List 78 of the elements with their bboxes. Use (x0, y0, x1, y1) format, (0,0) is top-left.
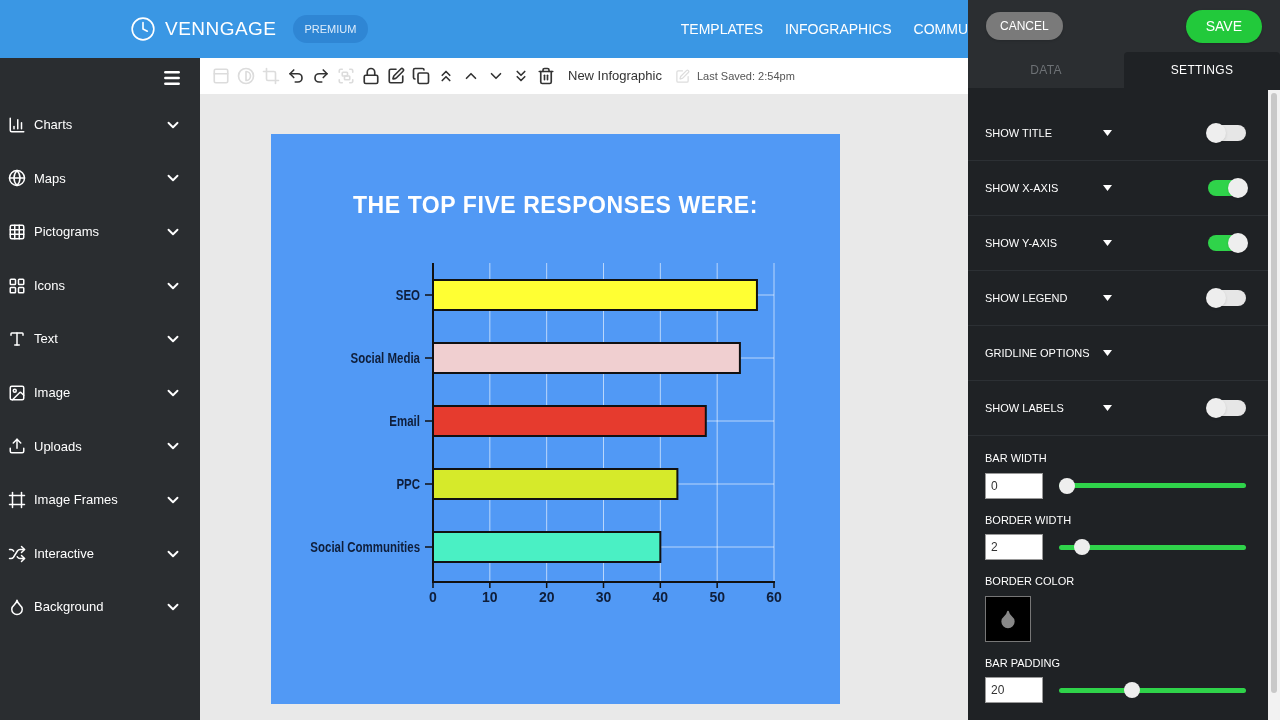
setting-label: SHOW Y-AXIS (985, 235, 1059, 251)
color-swatch[interactable] (985, 595, 1031, 642)
tick-label: 30 (595, 588, 612, 605)
slider-thumb[interactable] (1074, 539, 1091, 555)
control-label: BORDER WIDTH (985, 512, 1073, 528)
control-label: BORDER COLOR (985, 574, 1076, 589)
toggle-switch[interactable] (1208, 290, 1246, 306)
sidebar-item[interactable]: Maps (0, 151, 200, 206)
slider-track[interactable] (1059, 682, 1246, 698)
sidebar-item[interactable]: Charts (0, 98, 200, 152)
control-label: BAR WIDTH (985, 451, 1048, 466)
toggle-switch[interactable] (1208, 180, 1246, 196)
tick-label: 60 (766, 588, 782, 605)
sidebar-item[interactable]: Uploads (0, 419, 200, 474)
tick-label: 10 (482, 588, 498, 605)
sidebar-item[interactable]: Interactive (0, 526, 200, 581)
tick-label: 50 (709, 588, 725, 605)
category-label: SEO (395, 286, 420, 303)
value-field[interactable]: 2 (985, 534, 1043, 560)
undo-icon[interactable] (287, 67, 305, 85)
infographic-title: THE TOP FIVE RESPONSES WERE: (352, 191, 758, 220)
panel-tab[interactable]: SETTINGS (1124, 52, 1280, 88)
sidebar-item[interactable]: Text (0, 312, 200, 366)
value-field[interactable]: 20 (985, 677, 1043, 703)
value-field[interactable]: 0 (985, 472, 1043, 499)
slider-thumb[interactable] (1059, 477, 1075, 494)
bar-chart-icon (8, 115, 26, 134)
setting-label: SHOW LABELS (985, 400, 1065, 416)
dropdown-caret-icon[interactable] (1103, 350, 1112, 356)
logo-icon (130, 16, 156, 42)
trash-icon[interactable] (537, 67, 555, 85)
tiles-icon (8, 276, 26, 295)
dropdown-caret-icon[interactable] (1103, 405, 1112, 411)
slider-thumb[interactable] (1123, 682, 1140, 698)
dropdown-caret-icon[interactable] (1103, 185, 1112, 191)
dropdown-caret-icon[interactable] (1103, 130, 1112, 136)
setting-label: SHOW X-AXIS (985, 180, 1060, 196)
tick-label: 40 (652, 588, 669, 605)
letter-icon (8, 330, 26, 349)
dropdown-caret-icon[interactable] (1103, 295, 1112, 301)
slider-track[interactable] (1059, 477, 1246, 494)
document-name: New Infographic (568, 67, 662, 86)
copy-icon[interactable] (412, 67, 430, 85)
cancel-button[interactable]: CANCEL (986, 12, 1063, 40)
category-label: Social Media (350, 349, 420, 366)
redo-icon[interactable] (312, 67, 330, 85)
globe-icon (8, 169, 26, 188)
grid-icon (8, 223, 26, 241)
frame-icon (8, 490, 26, 509)
tick-label: 0 (429, 588, 437, 605)
toggle-switch[interactable] (1208, 125, 1246, 141)
menu-icon[interactable] (162, 68, 182, 88)
lock-icon[interactable] (362, 67, 380, 85)
shuffle-icon (8, 544, 26, 563)
sidebar-item[interactable]: Pictograms (0, 205, 200, 259)
drop-icon (8, 598, 26, 617)
slider-track[interactable] (1059, 539, 1246, 555)
toggle-switch[interactable] (1208, 400, 1246, 416)
sidebar-item[interactable]: Icons (0, 258, 200, 313)
sidebar-item[interactable]: Image Frames (0, 473, 200, 527)
dropdown-caret-icon[interactable] (1103, 240, 1112, 246)
sidebar-item[interactable]: Background (0, 580, 200, 634)
setting-label: SHOW LEGEND (985, 290, 1069, 306)
category-label: PPC (396, 475, 420, 492)
setting-label: SHOW TITLE (985, 125, 1054, 141)
brand-name: VENNGAGE (165, 16, 277, 41)
premium-badge: PREMIUM (292, 14, 369, 44)
tick-label: 20 (538, 588, 555, 605)
upload-icon (8, 437, 26, 456)
setting-label: GRIDLINE OPTIONS (985, 345, 1091, 361)
sidebar-item[interactable]: Image (0, 365, 200, 420)
edit-icon[interactable] (387, 67, 405, 85)
category-label: Social Communities (310, 538, 420, 555)
category-label: Email (389, 412, 420, 429)
image-icon (8, 383, 26, 402)
last-saved: Last Saved: 2:54pm (696, 68, 795, 84)
control-label: BAR PADDING (985, 655, 1061, 671)
toggle-switch[interactable] (1208, 235, 1246, 251)
